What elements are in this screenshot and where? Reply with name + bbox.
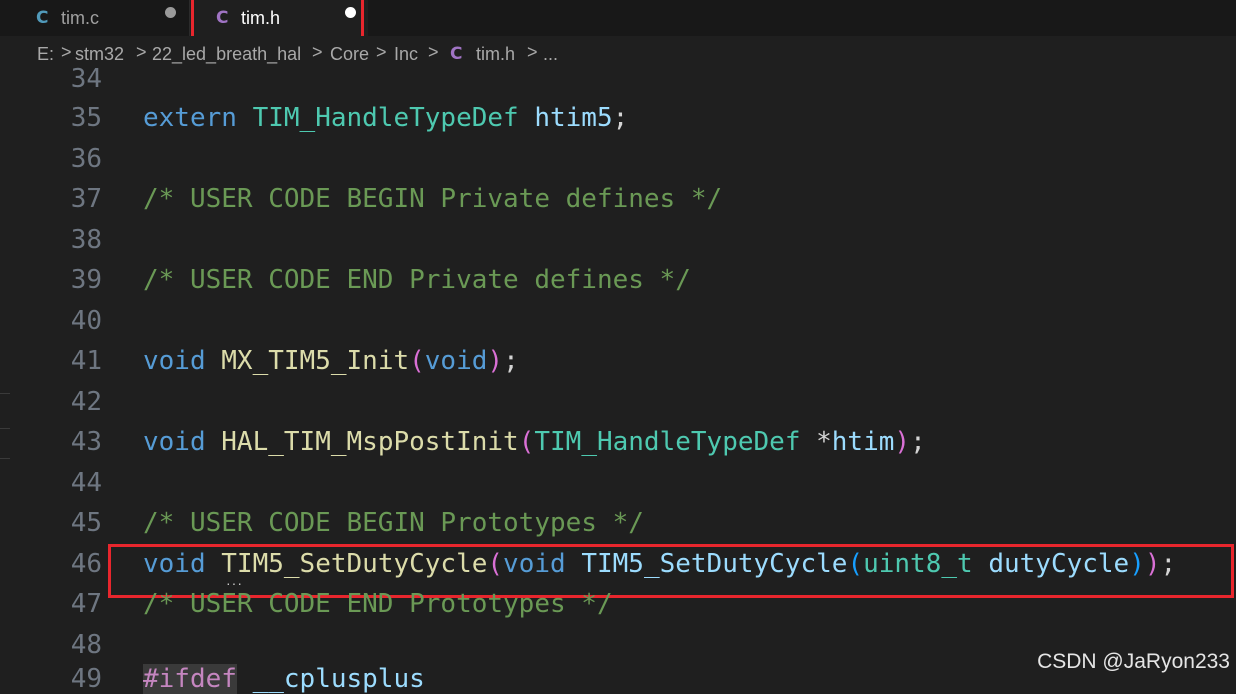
keyword: void	[424, 346, 488, 376]
keyword: void	[143, 427, 206, 457]
line-number: 36	[70, 144, 102, 174]
breadcrumb-item-drive[interactable]: E:	[37, 44, 54, 65]
line-number: 37	[70, 184, 102, 214]
variable: htim5	[534, 103, 613, 133]
line-number: 49	[70, 664, 102, 694]
breadcrumb-item-stm32[interactable]: stm32	[75, 44, 124, 65]
code-line-35[interactable]: extern TIM_HandleTypeDef htim5;	[143, 103, 628, 133]
chevron-right-icon: >	[527, 42, 538, 62]
type-name: TIM_HandleTypeDef	[534, 427, 801, 457]
macro-name: __cplusplus	[252, 664, 425, 694]
breadcrumb-item-inc[interactable]: Inc	[394, 44, 418, 65]
preprocessor-directive: #ifdef	[143, 664, 237, 694]
punctuation: ;	[910, 427, 926, 457]
breadcrumb-item-core[interactable]: Core	[330, 44, 369, 65]
tab-label: tim.c	[61, 7, 99, 28]
code-line-45[interactable]: /* USER CODE BEGIN Prototypes */	[143, 508, 644, 538]
c-file-icon: C	[36, 8, 49, 28]
type-name: TIM_HandleTypeDef	[252, 103, 519, 133]
bracket: (	[409, 346, 425, 376]
breadcrumb-item-file[interactable]: tim.h	[476, 44, 515, 65]
parameter: htim	[831, 427, 895, 457]
unsaved-dot-icon[interactable]	[165, 7, 176, 18]
bracket: )	[487, 346, 504, 376]
keyword: extern	[143, 103, 237, 133]
line-number: 40	[70, 306, 102, 336]
bracket: (	[518, 427, 535, 457]
punctuation: ;	[503, 346, 519, 376]
code-line-47[interactable]: /* USER CODE END Prototypes */	[143, 589, 613, 619]
line-number: 46	[70, 549, 102, 579]
tab-bar: C tim.c C tim.h	[0, 0, 1236, 36]
chevron-right-icon: >	[136, 42, 147, 62]
chevron-right-icon: >	[61, 42, 72, 62]
chevron-right-icon: >	[312, 42, 323, 62]
line-number: 41	[70, 346, 102, 376]
punctuation: ;	[612, 103, 629, 133]
line-number: 35	[70, 103, 102, 133]
line-number: 45	[70, 508, 102, 538]
code-line-49[interactable]: #ifdef __cplusplus	[143, 664, 425, 694]
pointer-operator: *	[800, 427, 832, 457]
sidebar-edge-mark	[0, 428, 10, 429]
breadcrumb-item-project[interactable]: 22_led_breath_hal	[152, 44, 301, 65]
c-file-icon: C	[450, 44, 463, 64]
line-number: 44	[70, 468, 102, 498]
line-number: 39	[70, 265, 102, 295]
chevron-right-icon: >	[376, 42, 387, 62]
breadcrumb-item-symbol[interactable]: ...	[543, 44, 558, 65]
watermark: CSDN @JaRyon233	[1037, 650, 1230, 673]
function-name: HAL_TIM_MspPostInit	[221, 427, 519, 457]
line-number: 42	[70, 387, 102, 417]
line-number: 34	[70, 64, 102, 94]
function-name: MX_TIM5_Init	[221, 346, 410, 376]
bracket: )	[894, 427, 911, 457]
sidebar-edge-mark	[0, 458, 10, 459]
chevron-right-icon: >	[428, 42, 439, 62]
code-line-37[interactable]: /* USER CODE BEGIN Private defines */	[143, 184, 722, 214]
sidebar-edge-mark	[0, 393, 10, 394]
code-line-41[interactable]: void MX_TIM5_Init(void);	[143, 346, 519, 376]
line-number: 48	[70, 630, 102, 660]
code-line-43[interactable]: void HAL_TIM_MspPostInit(TIM_HandleTypeD…	[143, 427, 926, 457]
tab-tim-c[interactable]: C tim.c	[0, 0, 190, 36]
line-number: 38	[70, 225, 102, 255]
code-line-39[interactable]: /* USER CODE END Private defines */	[143, 265, 691, 295]
keyword: void	[143, 346, 206, 376]
line-number: 43	[70, 427, 102, 457]
line-number: 47	[70, 589, 102, 619]
